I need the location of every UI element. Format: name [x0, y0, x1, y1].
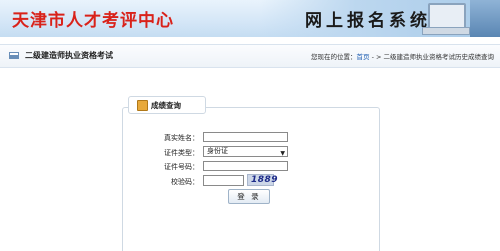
captcha-label: 校验码： [171, 178, 199, 186]
id-type-selected: 身份证 [207, 147, 228, 155]
name-input[interactable] [203, 132, 288, 142]
captcha-input[interactable] [203, 175, 244, 186]
breadcrumb: 您现在的位置：首页 - > 二级建造师执业资格考试历史成绩查询 [311, 51, 494, 61]
captcha-image[interactable]: 1889 [247, 174, 278, 186]
name-label: 真实姓名： [164, 134, 199, 142]
breadcrumb-bar: 二级建造师执业资格考试 您现在的位置：首页 - > 二级建造师执业资格考试历史成… [0, 44, 500, 68]
id-number-label: 证件号码： [164, 163, 199, 171]
id-type-select[interactable]: 身份证 ▼ [203, 146, 288, 157]
breadcrumb-separator: - > [369, 53, 384, 61]
org-title: 天津市人才考评中心 [12, 11, 174, 31]
id-number-input[interactable] [203, 161, 288, 171]
banner-title: 网上报名系统 [305, 11, 431, 31]
panel-tab: 成绩查询 [128, 96, 206, 114]
page-title: 二级建造师执业资格考试 [25, 51, 113, 60]
chevron-down-icon: ▼ [280, 150, 285, 157]
page-icon [9, 52, 19, 59]
breadcrumb-location-label: 您现在的位置： [311, 53, 357, 61]
query-icon [137, 100, 148, 111]
breadcrumb-home-link[interactable]: 首页 [357, 53, 370, 61]
computer-icon [418, 3, 470, 35]
panel-title: 成绩查询 [151, 101, 181, 110]
breadcrumb-current: 二级建造师执业资格考试历史成绩查询 [383, 53, 495, 61]
login-button[interactable]: 登 录 [228, 189, 270, 204]
captcha-text: 1889 [251, 175, 279, 185]
id-type-label: 证件类型： [164, 149, 199, 157]
site-header: 天津市人才考评中心 网上报名系统 [0, 0, 500, 37]
header-photo [470, 0, 500, 37]
